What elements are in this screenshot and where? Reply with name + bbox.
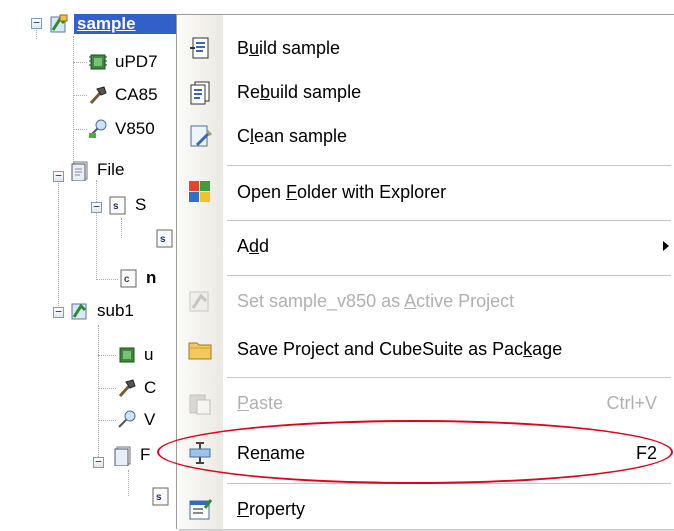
svg-text:c: c — [124, 274, 130, 285]
menu-separator — [227, 165, 671, 166]
tree-node-microcontroller[interactable]: uPD7 — [87, 50, 160, 74]
tree-node-label: C — [144, 378, 157, 397]
menu-item-rebuild[interactable]: Rebuild sample — [177, 70, 673, 114]
chip-icon — [116, 344, 138, 366]
menu-item-save-package[interactable]: Save Project and CubeSuite as Package — [177, 327, 673, 371]
menu-item-label: Set sample_v850 as Active Project — [237, 290, 515, 311]
context-menu: Build sample Rebuild sample Clean sample… — [176, 14, 674, 529]
rename-icon — [187, 440, 213, 466]
tree-node-label: V — [144, 410, 156, 429]
tree-node-label: n — [146, 268, 157, 287]
rebuild-icon — [187, 79, 213, 105]
clean-icon — [187, 123, 213, 149]
expand-toggle-sub1[interactable]: − — [53, 306, 64, 318]
tree-connector — [98, 355, 116, 356]
expand-toggle-source[interactable]: − — [91, 201, 102, 213]
chip-icon — [87, 51, 109, 73]
tree-node-label: sub1 — [97, 301, 134, 320]
tree-connector — [73, 62, 87, 63]
project-icon — [69, 300, 91, 322]
hammer-icon — [87, 84, 109, 106]
menu-item-set-active-project: Set sample_v850 as Active Project — [177, 279, 673, 323]
menu-item-label: Rename — [237, 442, 306, 463]
tree-node-header-file[interactable]: c n — [118, 266, 158, 290]
tree-node-sub1[interactable]: sub1 — [69, 299, 136, 323]
menu-item-label: Paste — [237, 392, 284, 413]
expand-toggle-sub1-file[interactable]: − — [93, 456, 104, 468]
svg-text:s: s — [113, 201, 119, 212]
tree-connector — [73, 95, 87, 96]
menu-separator — [227, 275, 671, 276]
hammer-icon — [116, 377, 138, 399]
tree-connector — [128, 470, 129, 496]
menu-separator — [227, 377, 671, 378]
folder-icon — [69, 159, 91, 182]
tree-connector — [73, 129, 87, 130]
tree-connector — [96, 279, 118, 280]
menu-item-shortcut: Ctrl+V — [606, 392, 657, 413]
tree-node-source-folder[interactable]: s S — [107, 193, 148, 217]
menu-item-label: Rebuild sample — [237, 81, 362, 102]
explorer-folder-icon — [187, 179, 213, 205]
menu-item-rename[interactable]: Rename F2 — [177, 431, 673, 475]
tree-node-sub1-microcontroller[interactable]: u — [116, 343, 155, 367]
menu-item-clean[interactable]: Clean sample — [177, 114, 673, 158]
menu-item-open-folder[interactable]: Open Folder with Explorer — [177, 170, 673, 214]
svg-text:s: s — [156, 492, 162, 503]
tree-node-label: S — [135, 195, 147, 214]
svg-text:s: s — [160, 234, 166, 245]
submenu-arrow-icon — [663, 241, 669, 251]
source-file-icon: s — [150, 485, 172, 507]
source-icon: s — [107, 194, 129, 216]
menu-item-property[interactable]: Property — [177, 487, 673, 531]
menu-item-paste: Paste Ctrl+V — [177, 381, 673, 425]
active-project-icon — [187, 288, 213, 314]
tree-node-label: uPD7 — [115, 52, 158, 71]
tree-node-label: V850 — [115, 119, 155, 138]
tree-node-label: F — [140, 445, 151, 464]
expand-toggle-sample[interactable]: − — [31, 17, 42, 29]
tree-connector — [73, 36, 74, 176]
folder-icon — [112, 444, 134, 467]
menu-item-shortcut: F2 — [635, 442, 657, 463]
menu-item-build[interactable]: Build sample — [177, 26, 673, 70]
tree-node-build-tool[interactable]: CA85 — [87, 83, 160, 107]
tree-node-label: u — [144, 345, 154, 364]
tree-node-label: CA85 — [115, 85, 158, 104]
debugger-icon — [116, 409, 138, 431]
paste-icon — [187, 390, 213, 416]
tree-connector — [98, 420, 116, 421]
tree-connector — [98, 325, 99, 465]
build-icon — [187, 35, 213, 61]
property-icon — [187, 496, 213, 522]
menu-item-label: Add — [237, 235, 270, 256]
tree-connector — [121, 218, 122, 238]
package-folder-icon — [187, 336, 213, 362]
menu-separator — [227, 483, 671, 484]
tree-connector — [58, 176, 59, 316]
menu-item-add[interactable]: Add — [177, 224, 673, 268]
source-file-icon: s — [154, 227, 176, 249]
menu-item-label: Open Folder with Explorer — [237, 181, 447, 202]
tree-connector — [96, 180, 97, 280]
tree-node-sub1-build-tool[interactable]: C — [116, 376, 158, 400]
menu-separator — [227, 220, 671, 221]
tree-node-debug-tool[interactable]: V850 — [87, 117, 157, 141]
file-icon: c — [118, 267, 140, 289]
tree-node-label: File — [97, 160, 125, 179]
expand-toggle-file[interactable]: − — [53, 170, 64, 182]
menu-item-label: Clean sample — [237, 125, 348, 146]
tree-connector — [98, 388, 116, 389]
menu-item-label: Property — [237, 498, 306, 519]
debugger-icon — [87, 118, 109, 140]
tree-node-file[interactable]: File — [69, 158, 126, 182]
menu-item-label: Build sample — [237, 37, 341, 58]
tree-node-sub1-file[interactable]: F — [112, 443, 152, 467]
project-icon — [48, 13, 70, 35]
menu-item-label: Save Project and CubeSuite as Package — [237, 338, 563, 359]
tree-node-sub1-debug-tool[interactable]: V — [116, 408, 157, 432]
